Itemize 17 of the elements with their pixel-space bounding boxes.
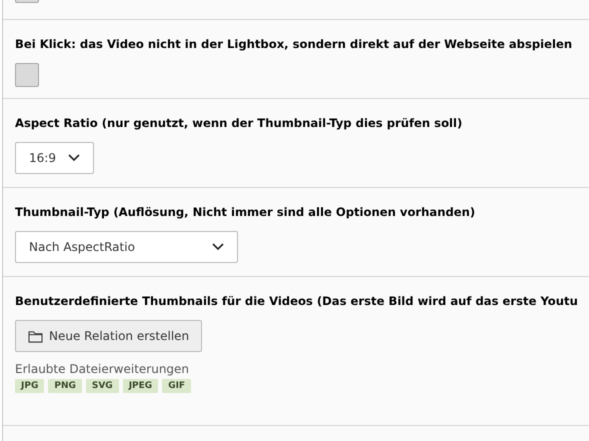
new-relation-button[interactable]: Neue Relation erstellen	[15, 320, 202, 352]
extension-tag: JPEG	[122, 379, 158, 393]
checkbox[interactable]	[15, 63, 39, 87]
chevron-down-icon	[68, 154, 80, 162]
extension-tag: PNG	[48, 379, 82, 393]
extension-tag: JPG	[15, 379, 44, 393]
field-label: Bei Klick: das Video nicht in der Lightbox, sondern direkt auf der Webseite abspielen	[15, 37, 574, 52]
field-label: Benutzerdefinierte Thumbnails für die Videos (Das erste Bild wird auf das erste Youtu	[15, 294, 579, 309]
folder-icon	[28, 330, 43, 342]
chevron-down-icon	[212, 243, 224, 251]
extension-tag: GIF	[162, 379, 192, 393]
select-dropdown[interactable]: Nach AspectRatio	[15, 231, 238, 263]
field-label: Aspect Ratio (nur genutzt, wenn der Thumbnail-Typ dies prüfen soll)	[15, 116, 464, 131]
hint-text: Erlaubte Dateierweiterungen	[15, 362, 190, 376]
select-dropdown[interactable]: 16:9	[15, 142, 94, 174]
extension-tag: SVG	[86, 379, 119, 393]
field-label: Thumbnail-Typ (Auflösung, Nicht immer sind alle Optionen vorhanden)	[15, 205, 476, 220]
